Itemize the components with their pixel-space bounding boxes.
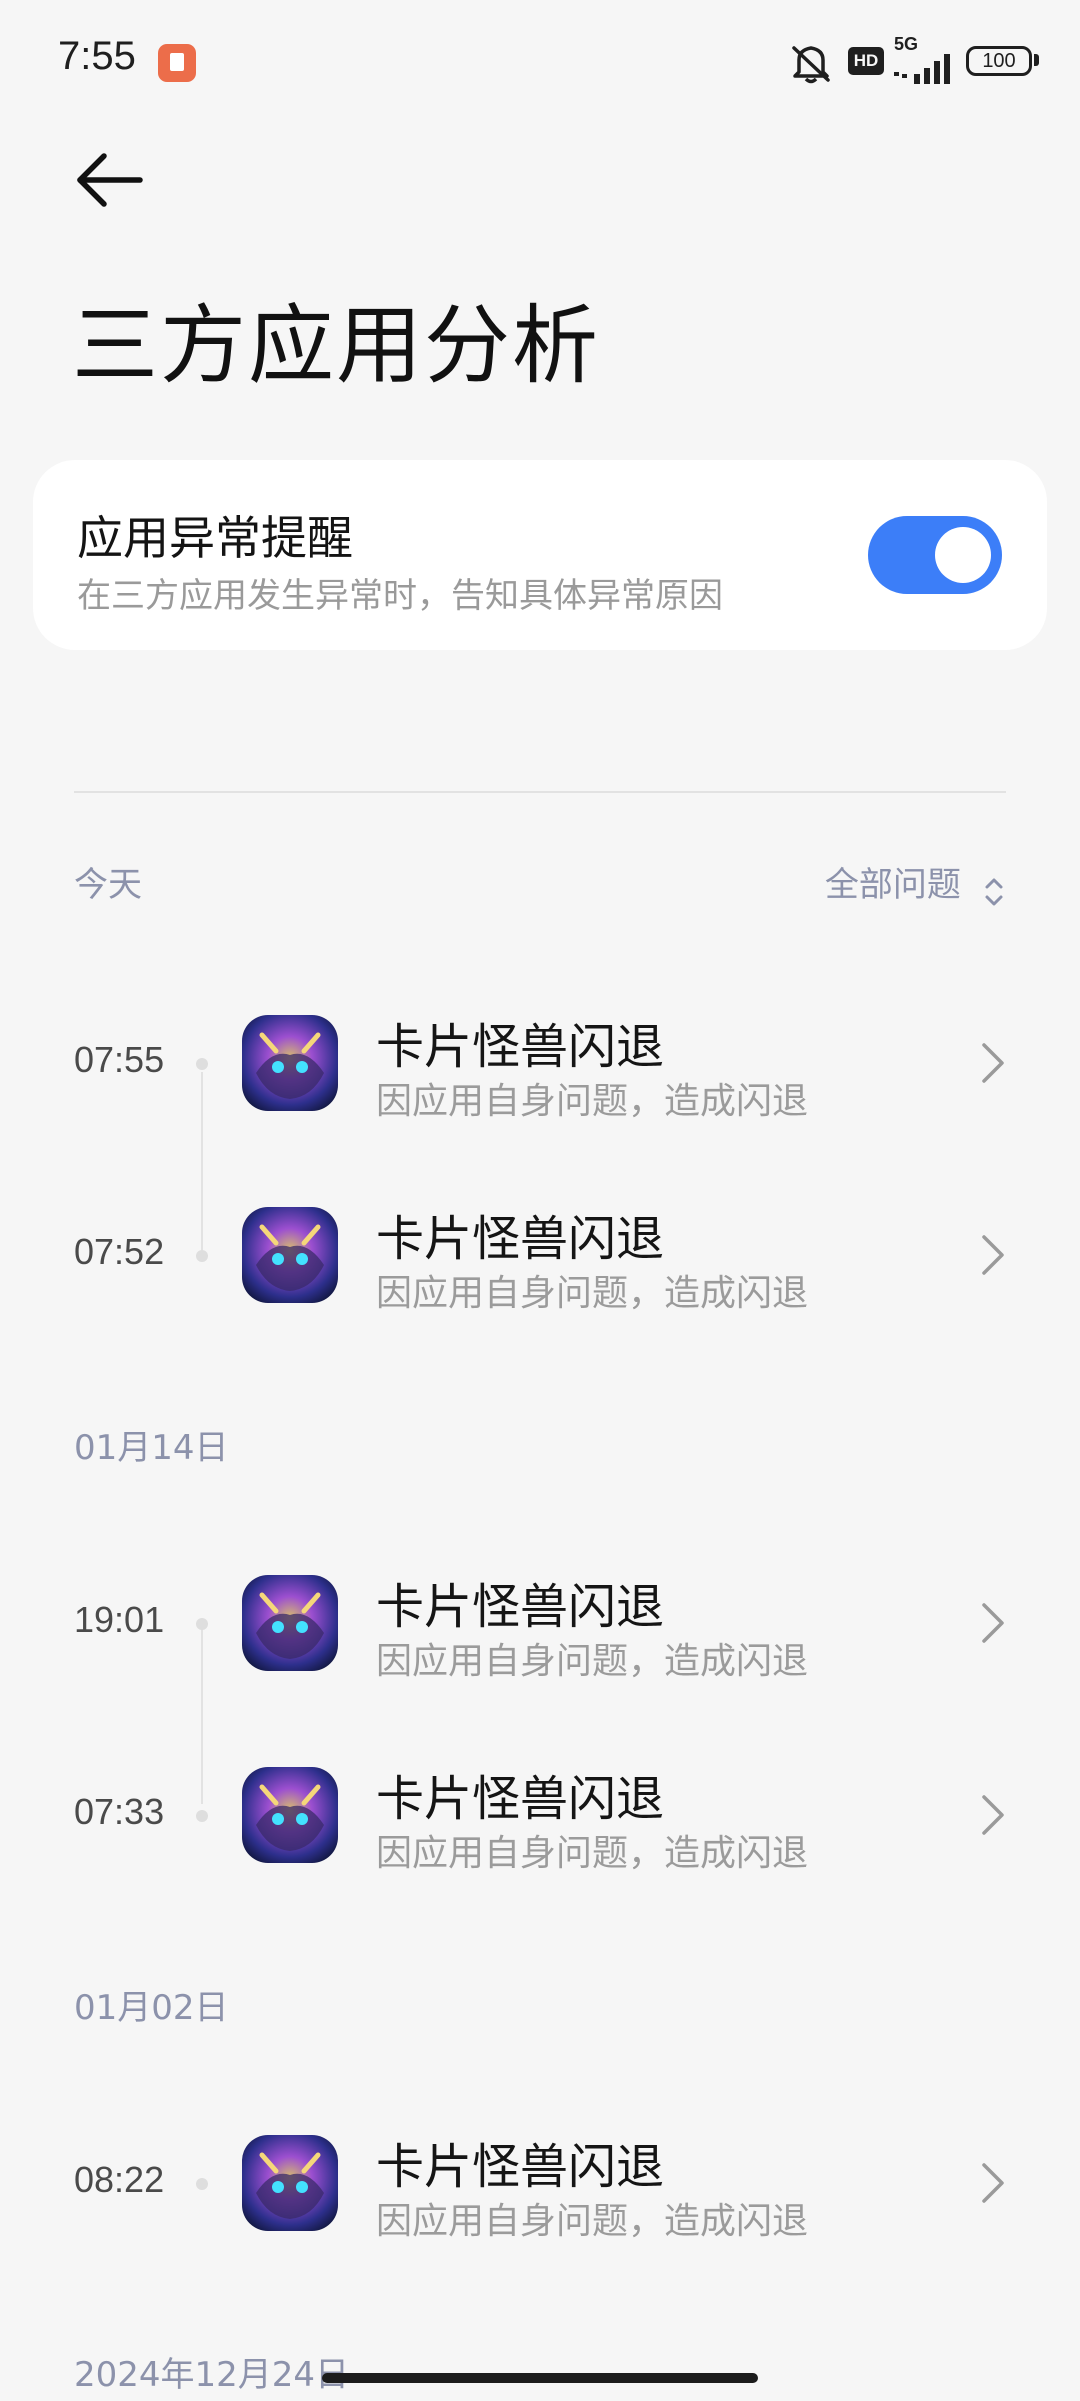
- app-crash-analysis-screen: 7:55 HD 5G 100 三方应用分析 应用异常提醒 在三方应用发生异常时，…: [0, 0, 1080, 2401]
- section-date-label: 01月02日: [74, 1988, 229, 2028]
- battery-cap: [1034, 54, 1039, 66]
- status-icons: HD 5G 100: [770, 34, 1040, 88]
- chevron-right-icon: [982, 1043, 1004, 1083]
- row-subtitle: 因应用自身问题，造成闪退: [376, 1641, 809, 1682]
- section-date-label: 今天: [74, 865, 142, 905]
- app-icon: [242, 1207, 338, 1303]
- row-subtitle: 因应用自身问题，造成闪退: [376, 1833, 809, 1874]
- row-time: 07:33: [74, 1791, 165, 1832]
- row-subtitle: 因应用自身问题，造成闪退: [376, 1273, 809, 1314]
- timeline-dot: [196, 1810, 208, 1822]
- row-title: 卡片怪兽闪退: [376, 1019, 665, 1075]
- section-date-label: 2024年12月24日: [74, 2355, 350, 2395]
- row-time: 19:01: [74, 1599, 165, 1640]
- mute-icon: [792, 46, 830, 84]
- crash-list-item[interactable]: 07:52 卡片怪兽闪退 因应用自身问题，造成闪退: [0, 1179, 1080, 1329]
- section-date-label: 01月14日: [74, 1428, 229, 1468]
- app-icon: [242, 1575, 338, 1671]
- arrow-left-icon[interactable]: [70, 148, 150, 212]
- app-icon: [242, 1015, 338, 1111]
- page-title: 三方应用分析: [72, 296, 600, 396]
- row-subtitle: 因应用自身问题，造成闪退: [376, 2201, 809, 2242]
- home-indicator[interactable]: [322, 2373, 758, 2383]
- row-title: 卡片怪兽闪退: [376, 2139, 665, 2195]
- battery-level: 100: [982, 50, 1016, 72]
- crash-list-item[interactable]: 19:01 卡片怪兽闪退 因应用自身问题，造成闪退: [0, 1547, 1080, 1697]
- crash-list-item[interactable]: 07:33 卡片怪兽闪退 因应用自身问题，造成闪退: [0, 1739, 1080, 1889]
- alert-toggle-switch[interactable]: [868, 516, 1002, 594]
- row-time: 07:55: [74, 1039, 165, 1080]
- sort-updown-icon: [985, 878, 1003, 905]
- timeline-dot: [196, 1058, 208, 1070]
- app-icon: [242, 1767, 338, 1863]
- row-title: 卡片怪兽闪退: [376, 1771, 665, 1827]
- app-icon: [242, 2135, 338, 2231]
- status-time: 7:55: [58, 34, 136, 78]
- hd-icon: HD: [848, 47, 884, 75]
- chevron-right-icon: [982, 1795, 1004, 1835]
- alert-setting-title: 应用异常提醒: [77, 511, 353, 565]
- row-title: 卡片怪兽闪退: [376, 1211, 665, 1267]
- row-subtitle: 因应用自身问题，造成闪退: [376, 1081, 809, 1122]
- chevron-right-icon: [982, 1235, 1004, 1275]
- chevron-right-icon: [982, 1603, 1004, 1643]
- notification-app-icon: [158, 44, 196, 82]
- filter-label: 全部问题: [824, 865, 961, 905]
- row-time: 07:52: [74, 1231, 165, 1272]
- alert-setting-subtitle: 在三方应用发生异常时，告知具体异常原因: [77, 576, 723, 616]
- filter-dropdown[interactable]: 全部问题: [825, 857, 1006, 905]
- chevron-right-icon: [982, 2163, 1004, 2203]
- row-title: 卡片怪兽闪退: [376, 1579, 665, 1635]
- crash-list-item[interactable]: 07:55 卡片怪兽闪退 因应用自身问题，造成闪退: [0, 987, 1080, 1137]
- timeline-dot: [196, 1618, 208, 1630]
- status-bar: 7:55 HD 5G 100: [0, 0, 1080, 125]
- toggle-knob: [935, 527, 991, 583]
- timeline-dot: [196, 2178, 208, 2190]
- app-exception-alert-card: 应用异常提醒 在三方应用发生异常时，告知具体异常原因: [33, 460, 1047, 650]
- row-time: 08:22: [74, 2159, 165, 2200]
- section-divider: [74, 791, 1006, 793]
- timeline-dot: [196, 1250, 208, 1262]
- battery-icon: 100: [966, 46, 1032, 76]
- signal-icon: [894, 54, 950, 84]
- crash-list-item[interactable]: 08:22 卡片怪兽闪退 因应用自身问题，造成闪退: [0, 2107, 1080, 2257]
